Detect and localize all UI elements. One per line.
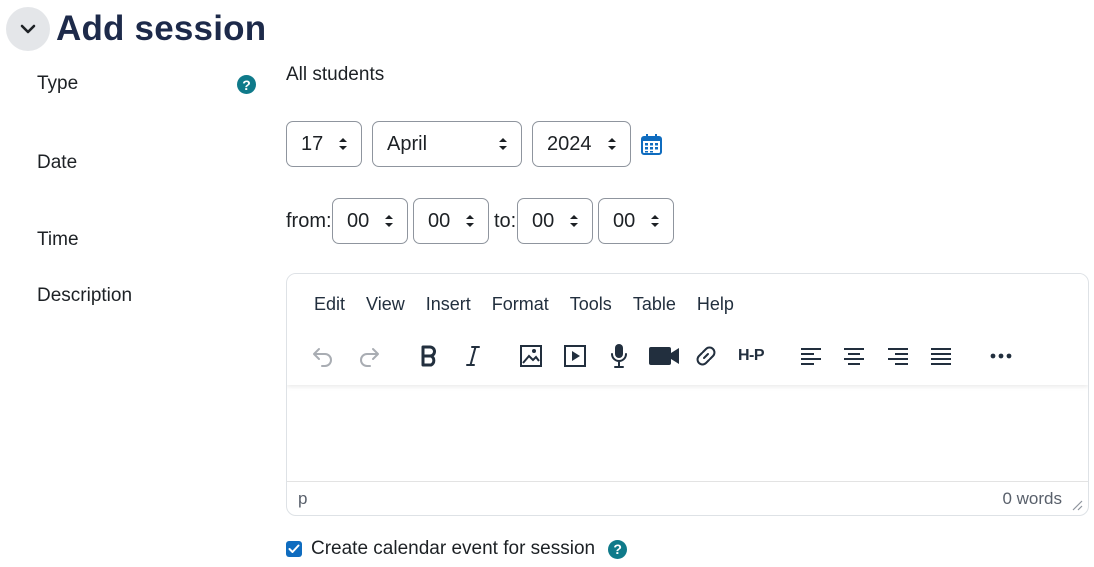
video-camera-icon xyxy=(649,347,679,365)
link-button[interactable] xyxy=(691,341,721,371)
month-value: April xyxy=(387,132,428,155)
undo-button[interactable] xyxy=(308,341,338,371)
editor-menubar: Edit View Insert Format Tools Table Help xyxy=(314,294,755,315)
select-caret-icon xyxy=(466,215,474,227)
menu-view[interactable]: View xyxy=(366,294,405,315)
align-left-icon xyxy=(801,348,821,365)
select-caret-icon xyxy=(499,138,507,150)
menu-format[interactable]: Format xyxy=(492,294,549,315)
microphone-icon xyxy=(611,344,627,368)
h5p-button[interactable]: H-P xyxy=(731,341,771,371)
editor-statusbar: p 0 words xyxy=(287,481,1088,515)
calendar-icon[interactable] xyxy=(641,134,662,155)
select-caret-icon xyxy=(608,138,616,150)
month-select[interactable]: April xyxy=(372,121,522,167)
resize-handle-icon[interactable] xyxy=(1072,500,1083,511)
menu-tools[interactable]: Tools xyxy=(570,294,612,315)
menu-insert[interactable]: Insert xyxy=(426,294,471,315)
select-caret-icon xyxy=(651,215,659,227)
select-caret-icon xyxy=(385,215,393,227)
record-audio-button[interactable] xyxy=(604,341,634,371)
more-icon xyxy=(990,353,1012,359)
from-hour-select[interactable]: 00 xyxy=(332,198,408,244)
to-label: to: xyxy=(494,210,517,232)
collapse-button[interactable] xyxy=(6,7,50,51)
align-justify-icon xyxy=(931,348,951,365)
italic-icon xyxy=(466,346,480,366)
record-video-button[interactable] xyxy=(647,341,681,371)
calendar-event-label[interactable]: Create calendar event for session xyxy=(311,538,595,560)
editor-content-area[interactable] xyxy=(287,385,1088,482)
media-icon xyxy=(564,345,586,367)
italic-button[interactable] xyxy=(458,341,488,371)
align-right-button[interactable] xyxy=(883,341,913,371)
menu-table[interactable]: Table xyxy=(633,294,676,315)
align-center-button[interactable] xyxy=(839,341,869,371)
page-title: Add session xyxy=(56,9,267,48)
year-select[interactable]: 2024 xyxy=(532,121,631,167)
align-center-icon xyxy=(844,348,864,365)
element-path[interactable]: p xyxy=(298,489,307,509)
bold-button[interactable] xyxy=(414,341,444,371)
bold-icon xyxy=(421,345,436,367)
to-hour-value: 00 xyxy=(532,209,555,232)
section-header: Add session xyxy=(6,7,266,51)
chevron-down-icon xyxy=(20,24,36,33)
menu-edit[interactable]: Edit xyxy=(314,294,345,315)
menu-help[interactable]: Help xyxy=(697,294,734,315)
calendar-event-row: Create calendar event for session ? xyxy=(286,538,628,560)
media-button[interactable] xyxy=(560,341,590,371)
day-value: 17 xyxy=(301,132,324,155)
to-hour-select[interactable]: 00 xyxy=(517,198,593,244)
check-icon xyxy=(288,544,300,553)
day-select[interactable]: 17 xyxy=(286,121,362,167)
image-button[interactable] xyxy=(516,341,546,371)
h5p-icon: H-P xyxy=(737,347,765,364)
undo-icon xyxy=(313,348,332,367)
from-hour-value: 00 xyxy=(347,209,370,232)
date-label: Date xyxy=(37,152,78,173)
type-help-icon[interactable]: ? xyxy=(237,75,256,94)
align-left-button[interactable] xyxy=(796,341,826,371)
from-label: from: xyxy=(286,210,332,232)
calendar-event-checkbox[interactable] xyxy=(286,541,302,557)
to-minute-select[interactable]: 00 xyxy=(598,198,674,244)
calendar-event-help-icon[interactable]: ? xyxy=(608,539,628,559)
from-minute-value: 00 xyxy=(428,209,451,232)
description-label: Description xyxy=(37,285,133,306)
redo-icon xyxy=(360,348,379,367)
redo-button[interactable] xyxy=(354,341,384,371)
image-icon xyxy=(520,345,542,367)
from-minute-select[interactable]: 00 xyxy=(413,198,489,244)
word-count[interactable]: 0 words xyxy=(1002,489,1062,509)
type-value: All students xyxy=(286,64,385,85)
link-icon xyxy=(696,346,716,366)
select-caret-icon xyxy=(339,138,347,150)
time-label: Time xyxy=(37,229,79,250)
year-value: 2024 xyxy=(547,132,592,155)
align-right-icon xyxy=(888,348,908,365)
rich-text-editor: Edit View Insert Format Tools Table Help xyxy=(286,273,1089,516)
select-caret-icon xyxy=(570,215,578,227)
to-minute-value: 00 xyxy=(613,209,636,232)
editor-header: Edit View Insert Format Tools Table Help xyxy=(287,274,1088,385)
align-justify-button[interactable] xyxy=(926,341,956,371)
more-button[interactable] xyxy=(986,341,1016,371)
type-label: Type xyxy=(37,73,79,94)
